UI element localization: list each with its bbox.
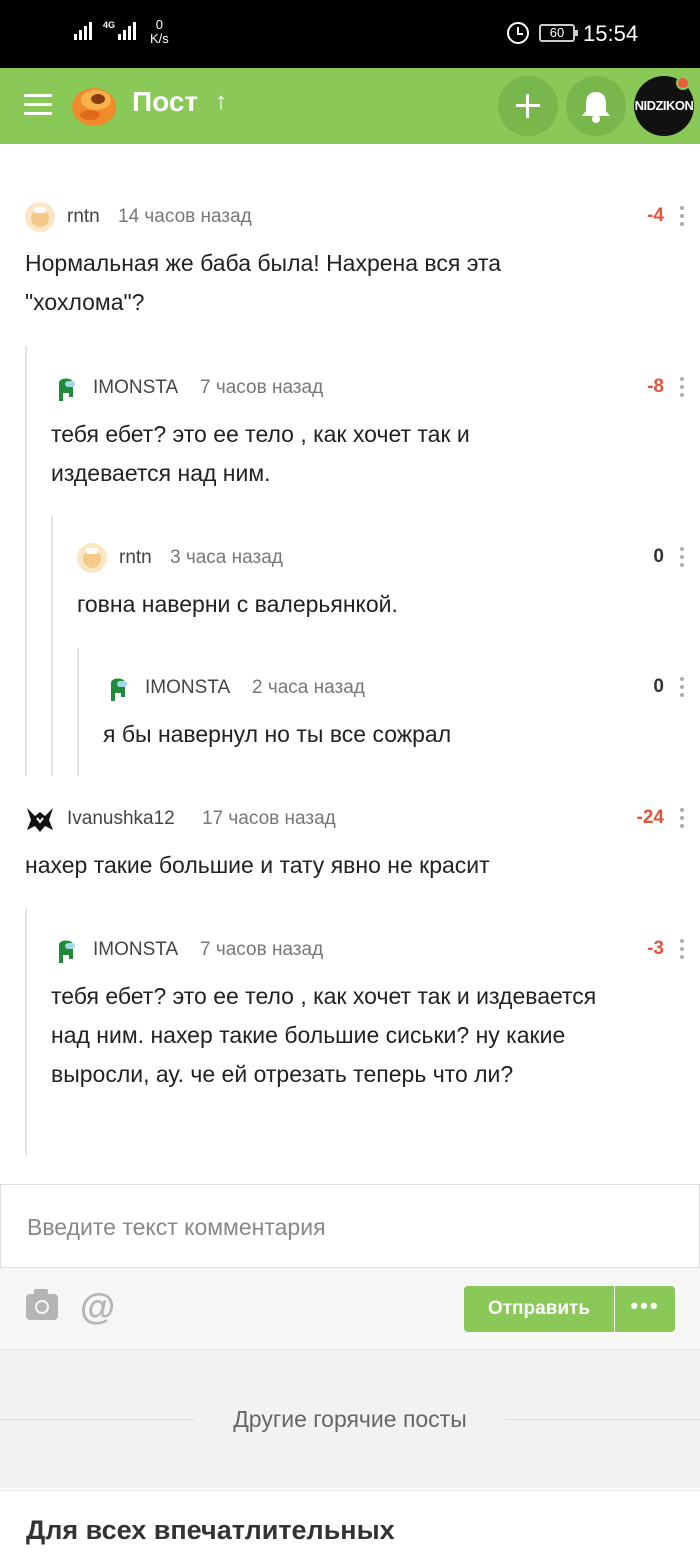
comment-rating: -8 [647,376,664,397]
comment-text: Нормальная же баба была! Нахрена вся эта… [25,250,502,315]
more-vertical-icon[interactable] [680,677,684,697]
network-type: 4G [103,20,116,30]
comment-time: 7 часов назад [200,939,324,960]
thread-line [51,516,53,776]
arrow-up-icon[interactable]: ↑ [215,88,227,116]
comment-rating: 0 [653,676,664,697]
menu-icon[interactable] [24,94,52,116]
net-speed: 0 K/s [150,18,169,46]
comment-username[interactable]: rntn [119,547,152,569]
comment-time: 7 часов назад [200,377,324,398]
thread-line [77,648,79,776]
battery-icon: 60 [539,24,578,42]
signal-icon [74,22,92,40]
comment-username[interactable]: IMONSTA [145,677,230,699]
more-vertical-icon[interactable] [680,547,684,567]
comment-username[interactable]: IMONSTA [93,939,178,961]
status-bar: 4G 0 K/s 60 15:54 [0,0,700,68]
comment: rntn 14 часов назад -4 Нормальная же баб… [25,202,700,322]
hot-posts-title: Другие горячие посты [233,1406,467,1432]
user-avatar-icon[interactable] [77,543,107,573]
user-avatar-icon[interactable] [103,673,133,703]
post-title[interactable]: Для всех впечатлительных [26,1515,395,1546]
more-vertical-icon[interactable] [680,377,684,397]
logo-icon[interactable] [70,82,118,128]
comment-time: 2 часа назад [252,677,365,698]
more-vertical-icon[interactable] [680,808,684,828]
comment-rating: 0 [653,546,664,567]
clock: 15:54 [583,21,639,46]
net-speed-unit: K/s [150,31,169,46]
user-avatar-icon[interactable] [51,935,81,965]
notification-dot [676,76,690,90]
user-avatar-icon[interactable] [25,804,55,834]
comment-username[interactable]: rntn [67,206,100,228]
thread-line [25,908,27,1156]
signal-icon-2 [118,22,136,40]
more-options-button[interactable]: ••• [615,1286,675,1332]
comment: rntn 3 часа назад 0 говна наверни с вале… [77,543,700,624]
hot-posts-section: Другие горячие посты [0,1350,700,1488]
add-post-button[interactable] [498,76,558,136]
comment-text: я бы навернул но ты все сожрал [103,721,452,747]
comment-text: тебя ебет? это ее тело , как хочет так и… [51,983,597,1087]
comment: IMONSTA 2 часа назад 0 я бы навернул но … [103,673,700,754]
camera-icon[interactable] [26,1289,58,1320]
comment: Ivanushka12 17 часов назад -24 нахер так… [25,804,700,885]
post-card[interactable]: Для всех впечатлительных [0,1490,700,1556]
comment-username[interactable]: IMONSTA [93,377,178,399]
user-avatar-icon[interactable] [51,373,81,403]
app-header: Пост ↑ NIDZIKON [0,68,700,144]
comment-time: 14 часов назад [118,206,252,227]
more-vertical-icon[interactable] [680,939,684,959]
bell-icon [582,92,610,123]
comment-text: нахер такие большие и тату явно не краси… [25,852,490,878]
comment-input-box [0,1184,700,1268]
comment-rating: -3 [647,938,664,959]
more-vertical-icon[interactable] [680,206,684,226]
user-avatar-icon[interactable] [25,202,55,232]
comment-time: 17 часов назад [202,808,336,829]
comment-text: говна наверни с валерьянкой. [77,591,398,617]
comment-username[interactable]: Ivanushka12 [67,808,175,830]
notifications-button[interactable] [566,76,626,136]
comment: IMONSTA 7 часов назад -8 тебя ебет? это … [51,373,700,493]
page-title: Пост [132,86,199,117]
comment-rating: -4 [647,205,664,226]
comment-toolbar: @ Отправить ••• [0,1268,700,1350]
net-speed-value: 0 [155,17,164,32]
comment-time: 3 часа назад [170,547,283,568]
comment: IMONSTA 7 часов назад -3 тебя ебет? это … [51,935,700,1094]
mention-icon[interactable]: @ [80,1286,115,1328]
comment-rating: -24 [636,807,664,828]
thread-line [25,346,27,776]
alarm-icon [507,22,529,44]
comment-input[interactable] [27,1209,667,1245]
comment-text: тебя ебет? это ее тело , как хочет так и… [51,421,470,486]
send-button[interactable]: Отправить [464,1286,614,1332]
